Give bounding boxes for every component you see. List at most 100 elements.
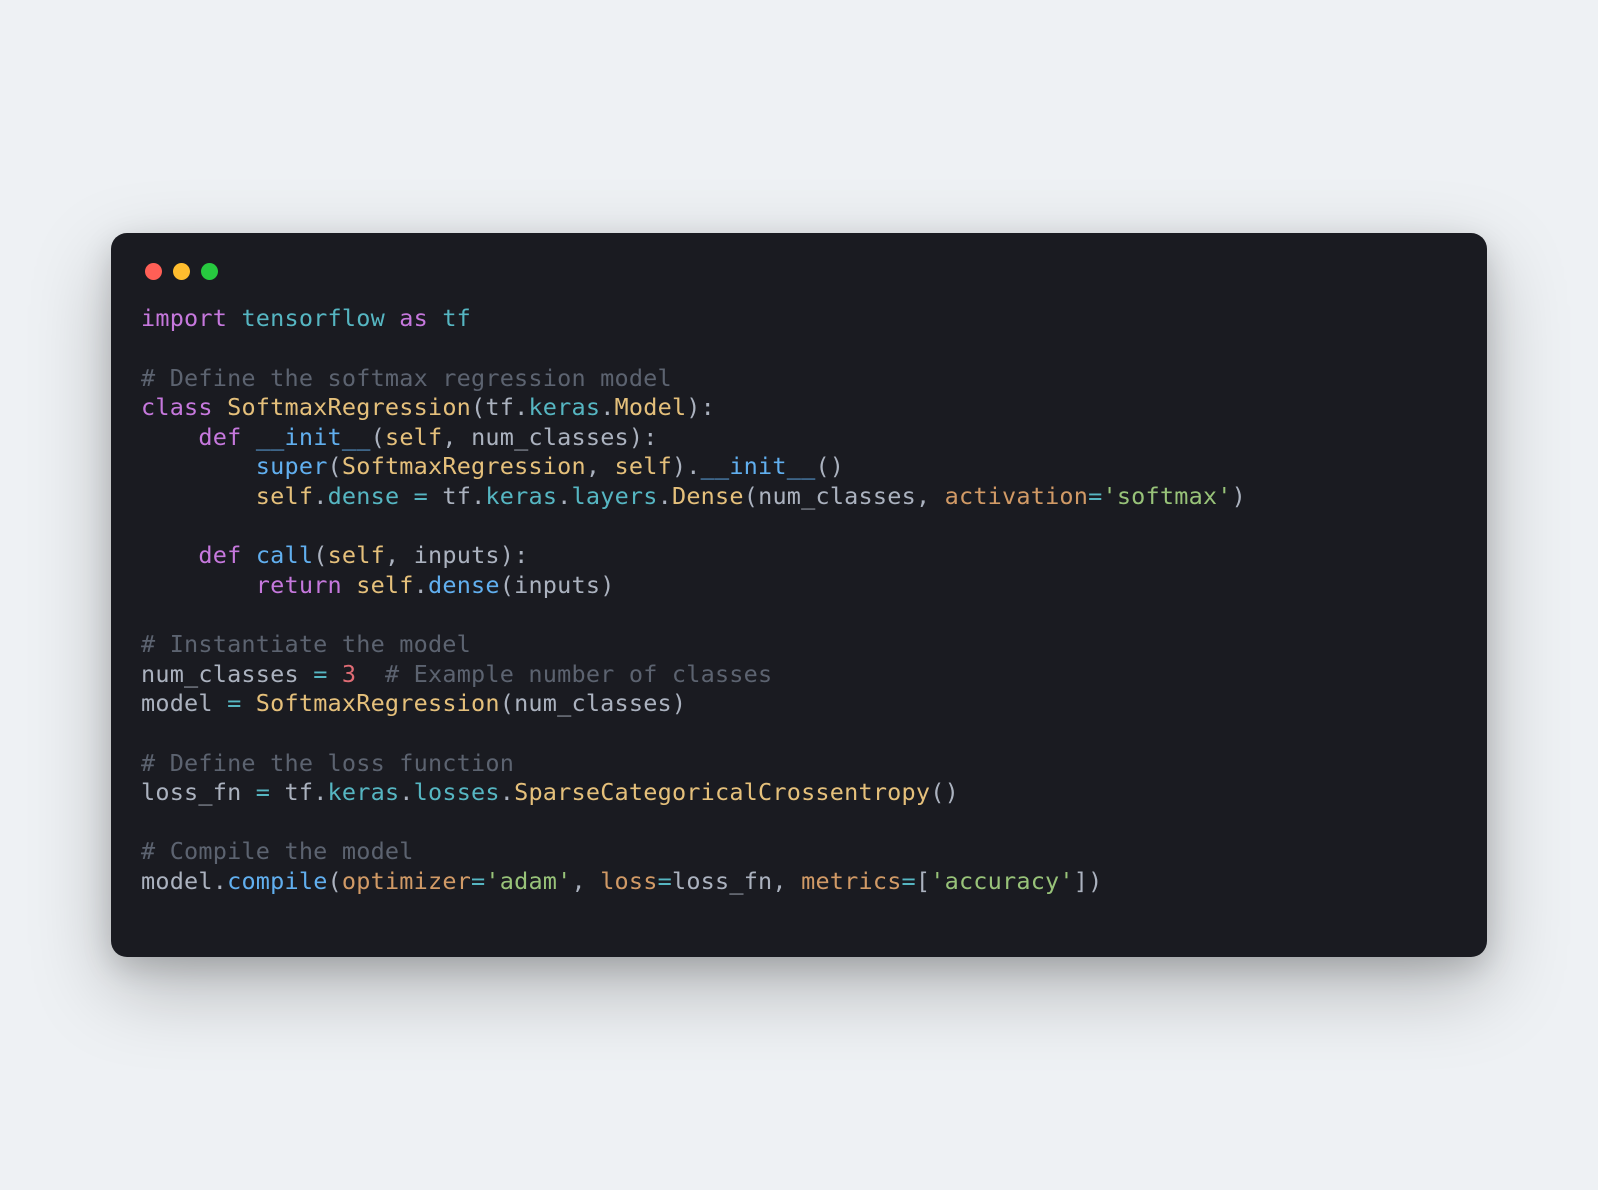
window-titlebar [141, 263, 1457, 304]
token-attr: dense [328, 482, 400, 510]
token-op: = [241, 778, 284, 806]
token-punc: ): [686, 393, 715, 421]
token-kw: as [385, 304, 442, 332]
token-ident: model [141, 689, 213, 717]
token-attr: keras [328, 778, 400, 806]
code-line: # Define the loss function [141, 749, 514, 777]
token-ident: model [141, 867, 213, 895]
code-line: class SoftmaxRegression(tf.keras.Model): [141, 393, 715, 421]
token-mod: tf [442, 304, 471, 332]
code-line: model = SoftmaxRegression(num_classes) [141, 689, 686, 717]
token-punc: ). [672, 452, 701, 480]
token-punc: . [500, 778, 514, 806]
token-punc: , [442, 423, 471, 451]
token-punc: () [930, 778, 959, 806]
code-line: super(SoftmaxRegression, self).__init__(… [141, 452, 844, 480]
token-punc: . [414, 571, 428, 599]
minimize-icon[interactable] [173, 263, 190, 280]
zoom-icon[interactable] [201, 263, 218, 280]
token-ident: num_classes [758, 482, 916, 510]
token-func: call [256, 541, 313, 569]
token-kwarg: activation [945, 482, 1088, 510]
token-attr: layers [572, 482, 658, 510]
token-punc: ): [500, 541, 529, 569]
token-punc: . [557, 482, 571, 510]
token-comment: # Define the loss function [141, 749, 514, 777]
token-class: Dense [672, 482, 744, 510]
token-punc: , [385, 541, 414, 569]
token-str: 'softmax' [1102, 482, 1231, 510]
token-mod: tensorflow [241, 304, 384, 332]
token-punc: . [399, 778, 413, 806]
token-kw: class [141, 393, 227, 421]
token-self: self [385, 423, 442, 451]
token-attr: keras [485, 482, 557, 510]
token-comment: # Instantiate the model [141, 630, 471, 658]
token-attr: losses [414, 778, 500, 806]
token-op: = [658, 867, 672, 895]
token-kwarg: optimizer [342, 867, 471, 895]
token-punc: ( [500, 689, 514, 717]
token-ident: tf [442, 482, 471, 510]
token-punc: , [586, 452, 615, 480]
token-kwarg: loss [600, 867, 657, 895]
token-str: 'accuracy' [930, 867, 1073, 895]
token-punc: ) [672, 689, 686, 717]
token-punc: ( [500, 571, 514, 599]
token-ident: loss_fn [672, 867, 772, 895]
code-line: # Instantiate the model [141, 630, 471, 658]
token-class: SparseCategoricalCrossentropy [514, 778, 930, 806]
token-punc: () [815, 452, 844, 480]
code-line: return self.dense(inputs) [141, 571, 615, 599]
token-punc: , [772, 867, 801, 895]
token-kw: def [198, 541, 255, 569]
token-op: = [471, 867, 485, 895]
token-punc: ) [600, 571, 614, 599]
code-line: # Define the softmax regression model [141, 364, 672, 392]
token-self: self [356, 571, 413, 599]
token-punc: . [514, 393, 528, 421]
token-class: SoftmaxRegression [256, 689, 500, 717]
token-class: SoftmaxRegression [342, 452, 586, 480]
token-punc: . [313, 482, 327, 510]
token-punc: ( [371, 423, 385, 451]
token-attr: keras [528, 393, 600, 421]
token-punc: ( [328, 867, 342, 895]
token-ident: loss_fn [141, 778, 241, 806]
token-ident: tf [284, 778, 313, 806]
token-punc [141, 423, 198, 451]
token-param: num_classes [471, 423, 629, 451]
code-line: def __init__(self, num_classes): [141, 423, 658, 451]
code-line: self.dense = tf.keras.layers.Dense(num_c… [141, 482, 1246, 510]
token-punc [141, 482, 256, 510]
code-block: import tensorflow as tf # Define the sof… [141, 304, 1457, 896]
token-punc: . [600, 393, 614, 421]
token-func: compile [227, 867, 327, 895]
token-param: inputs [414, 541, 500, 569]
close-icon[interactable] [145, 263, 162, 280]
token-func: __init__ [701, 452, 816, 480]
token-punc [356, 660, 385, 688]
token-self: self [615, 452, 672, 480]
token-punc [141, 541, 198, 569]
token-punc: [ [916, 867, 930, 895]
token-op: = [213, 689, 256, 717]
token-self: self [256, 482, 313, 510]
code-line: model.compile(optimizer='adam', loss=los… [141, 867, 1102, 895]
token-comment: # Example number of classes [385, 660, 772, 688]
code-window: import tensorflow as tf # Define the sof… [111, 233, 1487, 956]
token-ident: num_classes [141, 660, 299, 688]
token-punc: ( [744, 482, 758, 510]
token-punc: , [916, 482, 945, 510]
token-ident: tf [485, 393, 514, 421]
token-punc: ( [471, 393, 485, 421]
token-class: Model [615, 393, 687, 421]
token-class: SoftmaxRegression [227, 393, 471, 421]
token-punc [141, 452, 256, 480]
token-op: = [902, 867, 916, 895]
token-punc [141, 571, 256, 599]
token-punc: . [658, 482, 672, 510]
token-num: 3 [342, 660, 356, 688]
token-punc: ): [629, 423, 658, 451]
code-line: import tensorflow as tf [141, 304, 471, 332]
